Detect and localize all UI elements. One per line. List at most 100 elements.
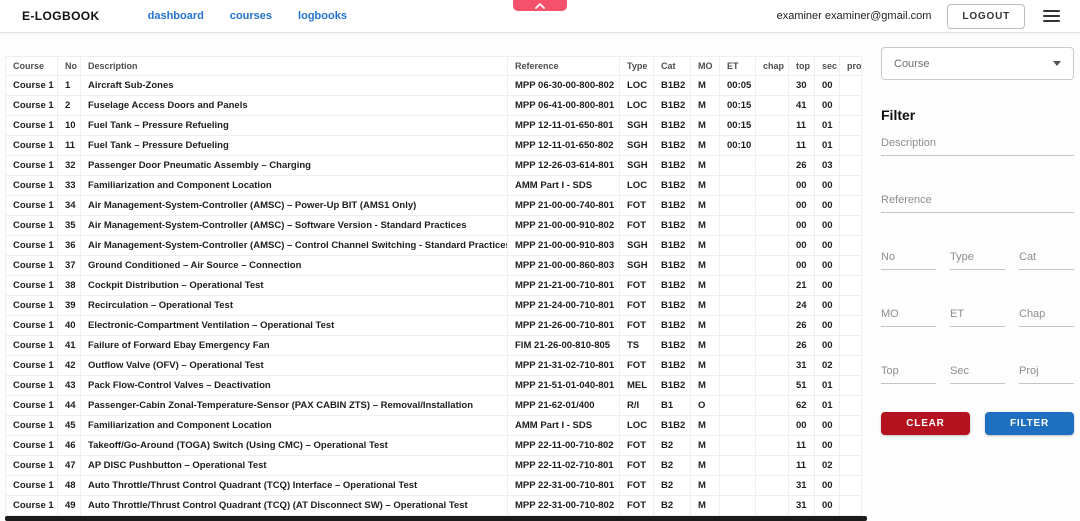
table-cell: 34 bbox=[58, 196, 81, 216]
table-cell: 00:15 bbox=[720, 96, 756, 116]
table-row[interactable]: Course 12Fuselage Access Doors and Panel… bbox=[6, 96, 862, 116]
course-select[interactable]: Course bbox=[881, 47, 1074, 80]
table-row[interactable]: Course 149Auto Throttle/Thrust Control Q… bbox=[6, 496, 862, 516]
table-cell: B1B2 bbox=[654, 416, 691, 436]
chap-field[interactable] bbox=[1019, 306, 1074, 327]
table-row[interactable]: Course 136Air Management-System-Controll… bbox=[6, 236, 862, 256]
table-cell: Course 1 bbox=[6, 376, 58, 396]
nav-logbooks[interactable]: logbooks bbox=[298, 10, 347, 22]
type-field[interactable] bbox=[950, 249, 1005, 270]
collapse-panel-button[interactable] bbox=[513, 0, 567, 11]
table-cell: Outflow Valve (OFV) – Operational Test bbox=[81, 356, 508, 376]
column-header-no[interactable]: No bbox=[58, 57, 81, 76]
chevron-up-icon bbox=[535, 3, 545, 9]
table-cell: MPP 21-00-00-860-803 bbox=[508, 256, 620, 276]
column-header-reference[interactable]: Reference bbox=[508, 57, 620, 76]
table-cell: B1B2 bbox=[654, 136, 691, 156]
table-cell: Cockpit Distribution – Operational Test bbox=[81, 276, 508, 296]
table-cell bbox=[840, 436, 862, 456]
table-cell: MPP 22-31-00-710-802 bbox=[508, 496, 620, 516]
column-header-et[interactable]: ET bbox=[720, 57, 756, 76]
table-row[interactable]: Course 132Passenger Door Pneumatic Assem… bbox=[6, 156, 862, 176]
column-header-chap[interactable]: chap bbox=[756, 57, 789, 76]
table-row[interactable]: Course 138Cockpit Distribution – Operati… bbox=[6, 276, 862, 296]
table-cell: FOT bbox=[620, 476, 654, 496]
table-row[interactable]: Course 143Pack Flow-Control Valves – Dea… bbox=[6, 376, 862, 396]
table-cell bbox=[720, 416, 756, 436]
table-row[interactable]: Course 148Auto Throttle/Thrust Control Q… bbox=[6, 476, 862, 496]
table-row[interactable]: Course 146Takeoff/Go-Around (TOGA) Switc… bbox=[6, 436, 862, 456]
no-field[interactable] bbox=[881, 249, 936, 270]
cat-field[interactable] bbox=[1019, 249, 1074, 270]
table-cell: Air Management-System-Controller (AMSC) … bbox=[81, 236, 508, 256]
mo-field[interactable] bbox=[881, 306, 936, 327]
table-cell: M bbox=[691, 296, 720, 316]
table-row[interactable]: Course 110Fuel Tank – Pressure Refueling… bbox=[6, 116, 862, 136]
table-row[interactable]: Course 111Fuel Tank – Pressure Defueling… bbox=[6, 136, 862, 156]
column-header-proj[interactable]: proj bbox=[840, 57, 862, 76]
table-cell: M bbox=[691, 256, 720, 276]
table-row[interactable]: Course 142Outflow Valve (OFV) – Operatio… bbox=[6, 356, 862, 376]
column-header-course[interactable]: Course bbox=[6, 57, 58, 76]
table-cell: Aircraft Sub-Zones bbox=[81, 76, 508, 96]
table-cell: M bbox=[691, 376, 720, 396]
column-header-mo[interactable]: MO bbox=[691, 57, 720, 76]
table-row[interactable]: Course 137Ground Conditioned – Air Sourc… bbox=[6, 256, 862, 276]
table-row[interactable]: Course 144Passenger-Cabin Zonal-Temperat… bbox=[6, 396, 862, 416]
table-cell: 11 bbox=[789, 116, 815, 136]
table-cell: 42 bbox=[58, 356, 81, 376]
table-cell: 00 bbox=[789, 196, 815, 216]
table-cell: FOT bbox=[620, 276, 654, 296]
table-cell: 33 bbox=[58, 176, 81, 196]
nav-courses[interactable]: courses bbox=[230, 10, 272, 22]
table-cell: M bbox=[691, 356, 720, 376]
table-cell: AMM Part I - SDS bbox=[508, 416, 620, 436]
table-cell: B2 bbox=[654, 436, 691, 456]
top-field[interactable] bbox=[881, 363, 936, 384]
table-cell: Familiarization and Component Location bbox=[81, 416, 508, 436]
column-header-type[interactable]: Type bbox=[620, 57, 654, 76]
table-row[interactable]: Course 133Familiarization and Component … bbox=[6, 176, 862, 196]
table-row[interactable]: Course 135Air Management-System-Controll… bbox=[6, 216, 862, 236]
table-cell: Course 1 bbox=[6, 256, 58, 276]
table-cell: Course 1 bbox=[6, 316, 58, 336]
table-cell: M bbox=[691, 136, 720, 156]
table-cell: Course 1 bbox=[6, 396, 58, 416]
hamburger-icon[interactable] bbox=[1041, 8, 1062, 24]
horizontal-scrollbar[interactable] bbox=[5, 516, 867, 521]
table-cell: LOC bbox=[620, 416, 654, 436]
table-cell bbox=[756, 196, 789, 216]
table-cell: 01 bbox=[815, 396, 840, 416]
table-row[interactable]: Course 139Recirculation – Operational Te… bbox=[6, 296, 862, 316]
sec-field[interactable] bbox=[950, 363, 1005, 384]
table-cell: Fuel Tank – Pressure Refueling bbox=[81, 116, 508, 136]
reference-field[interactable] bbox=[881, 192, 1074, 213]
table-row[interactable]: Course 145Familiarization and Component … bbox=[6, 416, 862, 436]
table-cell bbox=[756, 216, 789, 236]
clear-button[interactable]: CLEAR bbox=[881, 412, 970, 435]
table-cell: B1 bbox=[654, 396, 691, 416]
table-cell: 11 bbox=[58, 136, 81, 156]
table-row[interactable]: Course 11Aircraft Sub-ZonesMPP 06-30-00-… bbox=[6, 76, 862, 96]
table-cell: Failure of Forward Ebay Emergency Fan bbox=[81, 336, 508, 356]
proj-field[interactable] bbox=[1019, 363, 1074, 384]
logout-button[interactable]: LOGOUT bbox=[947, 4, 1025, 29]
filter-button[interactable]: FILTER bbox=[985, 412, 1074, 435]
table-cell bbox=[840, 416, 862, 436]
table-cell bbox=[756, 416, 789, 436]
column-header-cat[interactable]: Cat bbox=[654, 57, 691, 76]
table-cell bbox=[756, 296, 789, 316]
et-field[interactable] bbox=[950, 306, 1005, 327]
table-cell: 41 bbox=[58, 336, 81, 356]
table-row[interactable]: Course 140Electronic-Compartment Ventila… bbox=[6, 316, 862, 336]
user-email: examiner examiner@gmail.com bbox=[777, 10, 932, 22]
column-header-top[interactable]: top bbox=[789, 57, 815, 76]
column-header-description[interactable]: Description bbox=[81, 57, 508, 76]
table-row[interactable]: Course 141Failure of Forward Ebay Emerge… bbox=[6, 336, 862, 356]
column-header-sec[interactable]: sec bbox=[815, 57, 840, 76]
description-field[interactable] bbox=[881, 135, 1074, 156]
table-row[interactable]: Course 147AP DISC Pushbutton – Operation… bbox=[6, 456, 862, 476]
table-row[interactable]: Course 134Air Management-System-Controll… bbox=[6, 196, 862, 216]
table-cell: 45 bbox=[58, 416, 81, 436]
nav-dashboard[interactable]: dashboard bbox=[148, 10, 204, 22]
